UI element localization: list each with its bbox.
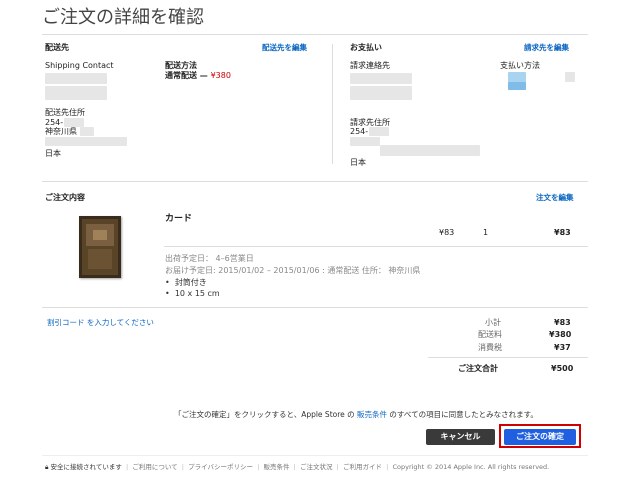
consent-text-before: 「ご注文の確定」をクリックすると、Apple Store の	[174, 410, 358, 419]
product-image-panel	[88, 249, 112, 269]
billing-address-redacted	[380, 145, 480, 156]
footer-link-terms[interactable]: ご利用について	[132, 463, 177, 471]
shipping-fee-value: ¥380	[549, 330, 572, 339]
order-divider	[42, 307, 588, 308]
edit-order-link[interactable]: 注文を編集	[536, 193, 574, 203]
item-divider	[164, 246, 588, 247]
consent-text: 「ご注文の確定」をクリックすると、Apple Store の 販売条件 のすべて…	[174, 410, 538, 420]
shipping-method-label: 配送方法	[165, 61, 197, 70]
payment-method-label: 支払い方法	[500, 61, 540, 70]
edit-shipping-link[interactable]: 配送先を編集	[262, 43, 307, 53]
product-image	[79, 216, 121, 278]
promo-code-link[interactable]: 割引コード を入力してください	[47, 318, 154, 328]
item-option-text: 封筒付き	[174, 278, 207, 287]
item-option-text: 10 x 15 cm	[174, 289, 220, 298]
consent-text-after: のすべての項目に同意したとみなされます。	[387, 410, 538, 419]
shipping-contact-redacted	[45, 73, 107, 84]
footer: 🔒︎ 安全に接続されています | ご利用について | プライバシーポリシー | …	[45, 463, 550, 471]
footer-link-order-status[interactable]: ご注文状況	[300, 463, 333, 471]
terms-of-sale-link[interactable]: 販売条件	[357, 410, 387, 419]
shipping-fee-label: 配送料	[478, 330, 502, 339]
shipping-method-price: ¥380	[210, 71, 231, 80]
subtotal-label: 小計	[485, 318, 501, 327]
delivery-estimate: お届け予定日: 2015/01/02 – 2015/01/06 : 通常配送 住…	[165, 266, 421, 275]
section-divider	[332, 44, 333, 164]
tax-label: 消費税	[478, 343, 502, 352]
shipping-address-redacted	[45, 137, 127, 146]
order-heading: ご注文内容	[45, 193, 85, 202]
subtotal-value: ¥83	[554, 318, 571, 327]
total-divider	[428, 357, 588, 358]
copyright: Copyright © 2014 Apple Inc. All rights r…	[392, 463, 550, 471]
product-image-accent	[93, 230, 107, 240]
footer-link-guide[interactable]: ご利用ガイド	[343, 463, 382, 471]
ship-estimate: 出荷予定日： 4–6営業日	[165, 254, 254, 263]
total-label: ご注文合計	[458, 364, 498, 373]
title-divider	[42, 34, 588, 35]
footer-link-sales-terms[interactable]: 販売条件	[264, 463, 290, 471]
billing-country: 日本	[350, 158, 366, 167]
payment-heading: お支払い	[350, 43, 382, 52]
shipping-contact-redacted	[45, 86, 107, 100]
footer-link-privacy[interactable]: プライバシーポリシー	[188, 463, 253, 471]
total-value: ¥500	[551, 364, 574, 373]
item-unit-price: ¥83	[439, 228, 455, 237]
billing-contact-label: 請求連絡先	[350, 61, 390, 70]
section-divider-horizontal	[42, 181, 588, 182]
page-title: ご注文の詳細を確認	[42, 7, 204, 28]
billing-contact-redacted	[350, 86, 412, 100]
shipping-heading: 配送先	[45, 43, 69, 52]
billing-postal-redacted	[369, 127, 389, 136]
shipping-method-text: 通常配送 —	[165, 71, 211, 80]
billing-postal: 254-	[350, 127, 369, 136]
item-option: • 封筒付き	[165, 278, 207, 287]
shipping-address-label: 配送先住所	[45, 108, 85, 117]
confirm-order-button[interactable]: ご注文の確定	[504, 429, 576, 445]
shipping-method-value: 通常配送 — ¥380	[165, 71, 231, 81]
payment-card-icon	[508, 82, 526, 90]
shipping-country: 日本	[45, 149, 61, 158]
item-option: • 10 x 15 cm	[165, 289, 220, 298]
shipping-contact-label: Shipping Contact	[45, 61, 114, 70]
item-quantity: 1	[483, 228, 489, 237]
footer-divider	[42, 455, 588, 456]
shipping-prefecture: 神奈川県	[45, 127, 77, 136]
cancel-button[interactable]: キャンセル	[426, 429, 495, 445]
secure-connection-label: 安全に接続されています	[50, 463, 122, 471]
payment-card-redacted	[565, 72, 575, 82]
item-name: カード	[165, 214, 193, 224]
tax-value: ¥37	[554, 343, 571, 352]
lock-icon: 🔒︎	[45, 463, 49, 471]
billing-contact-redacted	[350, 73, 412, 84]
shipping-address-redacted	[80, 127, 94, 136]
item-total: ¥83	[554, 228, 571, 237]
shipping-postal-redacted	[64, 118, 84, 127]
edit-billing-link[interactable]: 請求先を編集	[524, 43, 569, 53]
billing-address-redacted	[350, 137, 380, 146]
